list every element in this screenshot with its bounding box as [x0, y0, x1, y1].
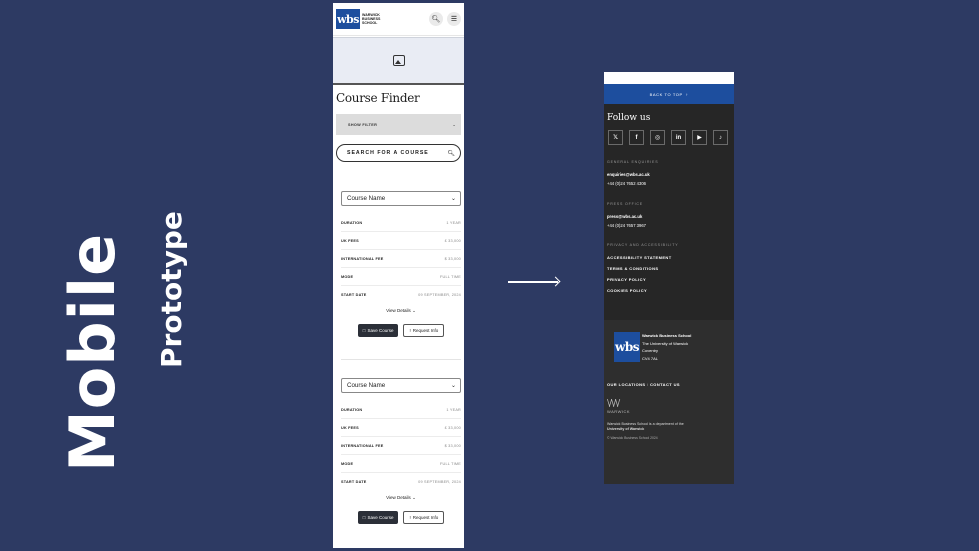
contact-us-link[interactable]: CONTACT US [650, 382, 680, 387]
detail-row-start-date: START DATE 09 SEPTEMBER, 2024 [341, 293, 461, 297]
detail-row-start-date: START DATE 09 SEPTEMBER, 2024 [341, 480, 461, 484]
detail-row-mode: MODE FULL TIME [341, 268, 461, 286]
image-placeholder-icon [392, 55, 405, 66]
search-icon[interactable]: 🔍︎ [447, 150, 455, 157]
x-twitter-icon[interactable]: 𝕏 [608, 130, 623, 145]
detail-row-international-fee: INTERNATIONAL FEE $ 33,000 [341, 250, 461, 268]
chevron-down-icon: ⌄ [412, 308, 416, 313]
chevron-down-icon: ⌄ [412, 495, 416, 500]
heading-mobile: Mobile [56, 232, 129, 472]
press-phone[interactable]: +44 (0)24 7657 3967 [607, 221, 731, 230]
detail-row-international-fee: INTERNATIONAL FEE $ 33,000 [341, 437, 461, 455]
privacy-policy-link[interactable]: PRIVACY POLICY [604, 274, 734, 285]
warwick-crest-icon: \/\/\/ [607, 399, 620, 409]
wbs-logo[interactable]: wbs WARWICK BUSINESS SCHOOL [336, 9, 380, 29]
chevron-down-icon: ⌄ [450, 382, 456, 389]
wbs-logo-text: WARWICK BUSINESS SCHOOL [362, 13, 381, 25]
copyright: © Warwick Business School 2024 [607, 436, 658, 440]
course-name-select[interactable]: Course Name ⌄ [341, 191, 461, 206]
school-address: Warwick Business School The University o… [642, 333, 692, 361]
card-divider [341, 359, 461, 360]
flow-arrow [508, 281, 558, 283]
detail-row-mode: MODE FULL TIME [341, 455, 461, 473]
cookies-policy-link[interactable]: COOKIES POLICY [604, 285, 734, 296]
linkedin-icon[interactable]: in [671, 130, 686, 145]
arrow-up-icon: ↑ [685, 91, 689, 97]
course-card: Course Name ⌄ DURATION 1 YEAR UK FEES £ 33… [341, 378, 461, 524]
university-of-warwick-logo[interactable]: \/\/\/ WARWICK [604, 387, 734, 414]
site-header: wbs WARWICK BUSINESS SCHOOL 🔍︎ ☰ [333, 3, 464, 36]
accessibility-statement-link[interactable]: ACCESSIBILITY STATEMENT [604, 252, 734, 263]
view-details-link[interactable]: View Details ⌄ [341, 495, 461, 501]
general-email-link[interactable]: enquiries@wbs.ac.uk [607, 172, 650, 177]
general-phone[interactable]: +44 (0)24 7652 4306 [607, 179, 731, 188]
wbs-logo-mark: wbs [614, 332, 640, 362]
view-details-link[interactable]: View Details ⌄ [341, 308, 461, 314]
press-email-link[interactable]: press@wbs.ac.uk [607, 214, 642, 219]
detail-row-duration: DURATION 1 YEAR [341, 214, 461, 232]
search-icon[interactable]: 🔍︎ [429, 12, 443, 26]
heading-prototype: Prototype [155, 211, 188, 368]
terms-conditions-link[interactable]: TERMS & CONDITIONS [604, 263, 734, 274]
request-info-button[interactable]: ! Request Info [403, 324, 445, 337]
hero-image-placeholder [333, 37, 464, 85]
instagram-icon[interactable]: ◎ [650, 130, 665, 145]
course-name-select[interactable]: Course Name ⌄ [341, 378, 461, 393]
save-course-button[interactable]: □ Save Course [357, 324, 399, 337]
general-enquiries-heading: GENERAL ENQUIRIES [607, 160, 659, 164]
detail-row-duration: DURATION 1 YEAR [341, 401, 461, 419]
info-icon: ! [409, 515, 411, 520]
press-office-heading: PRESS OFFICE [607, 202, 643, 206]
slide-heading: Mobile Prototype [56, 211, 188, 480]
show-filter-label: SHOW FILTER [348, 122, 378, 127]
show-filter-toggle[interactable]: SHOW FILTER ⌄ [336, 114, 461, 135]
search-placeholder: SEARCH FOR A COURSE [347, 150, 429, 156]
tiktok-icon[interactable]: ♪ [713, 130, 728, 145]
request-info-button[interactable]: ! Request Info [403, 511, 445, 524]
facebook-icon[interactable]: f [629, 130, 644, 145]
page-title: Course Finder [336, 91, 420, 105]
info-icon: ! [409, 328, 411, 333]
course-card: Course Name ⌄ DURATION 1 YEAR UK FEES £ 33… [341, 191, 461, 337]
youtube-icon[interactable]: ▶ [692, 130, 707, 145]
follow-us-title: Follow us [607, 113, 651, 123]
wbs-logo-mark: wbs [336, 9, 360, 29]
department-note: Warwick Business School is a department … [607, 422, 684, 431]
back-to-top-button[interactable]: BACK TO TOP ↑ [604, 84, 734, 104]
hamburger-menu-icon[interactable]: ☰ [447, 12, 461, 26]
footer-address-section: wbs Warwick Business School The Universi… [604, 320, 734, 484]
social-links: 𝕏 f ◎ in ▶ ♪ [604, 123, 734, 145]
chevron-down-icon: ⌄ [452, 123, 456, 127]
footer-mobile-screen: BACK TO TOP ↑ Follow us 𝕏 f ◎ in ▶ ♪ GEN… [604, 72, 734, 484]
our-locations-link[interactable]: OUR LOCATIONS [607, 382, 645, 387]
detail-row-uk-fees: UK FEES £ 33,000 [341, 419, 461, 437]
course-finder-mobile-screen: wbs WARWICK BUSINESS SCHOOL 🔍︎ ☰ Course … [333, 3, 464, 548]
privacy-accessibility-heading: PRIVACY AND ACCESSIBILITY [607, 243, 679, 247]
bookmark-icon: □ [362, 515, 366, 520]
bookmark-icon: □ [362, 328, 366, 333]
chevron-down-icon: ⌄ [450, 195, 456, 202]
course-search-input[interactable]: SEARCH FOR A COURSE 🔍︎ [336, 144, 461, 162]
save-course-button[interactable]: □ Save Course [357, 511, 399, 524]
detail-row-uk-fees: UK FEES £ 33,000 [341, 232, 461, 250]
